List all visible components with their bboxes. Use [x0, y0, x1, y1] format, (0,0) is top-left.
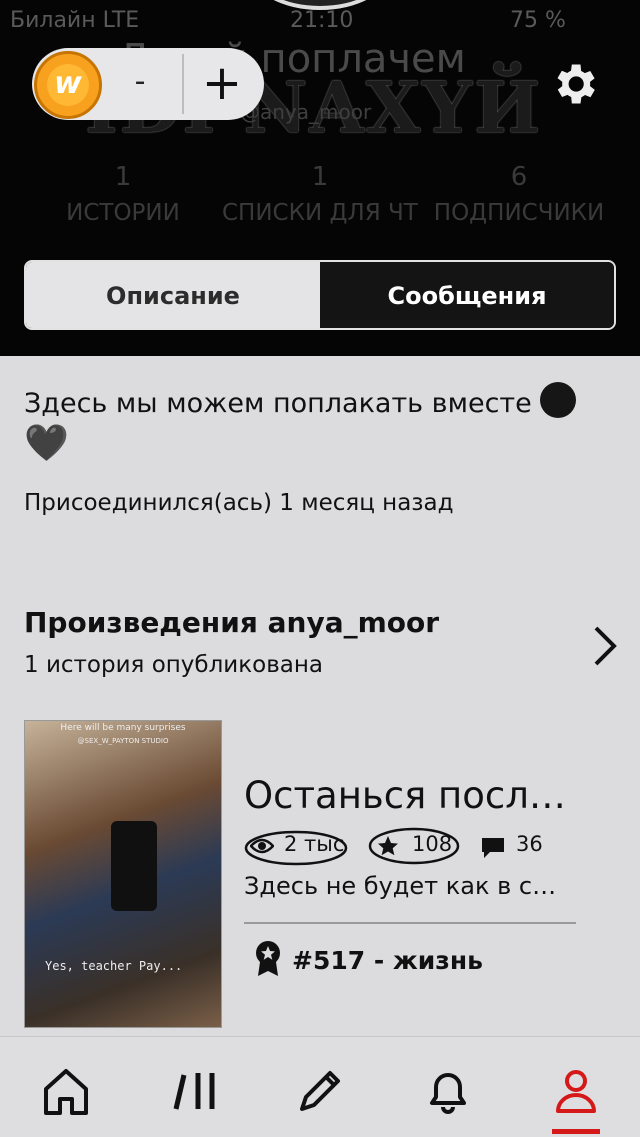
divider	[182, 54, 184, 114]
home-icon[interactable]	[36, 1061, 96, 1121]
cover-caption: Yes, teacher Pay...	[45, 959, 183, 973]
bio-text: Здесь мы можем поплакать вместе	[24, 388, 532, 419]
status-bar: Билайн LTE 21:10 75 %	[0, 2, 640, 36]
add-coins-button[interactable]: +	[192, 52, 252, 114]
joined-date: Присоединился(ась) 1 месяц назад	[24, 490, 454, 516]
stat-reading-lists[interactable]: 1 СПИСКИ ДЛЯ ЧТЕНИЯ	[222, 162, 418, 226]
stat-value: 1	[114, 162, 132, 192]
star-icon	[378, 836, 398, 856]
works-title: Произведения	[24, 606, 258, 639]
library-icon[interactable]	[166, 1061, 226, 1121]
cover-text: Here will be many surprises	[60, 723, 186, 733]
coin-widget: w - +	[32, 48, 264, 120]
comment-icon	[482, 838, 504, 858]
profile-header: Билайн LTE 21:10 75 % Давай поплачем IDI…	[0, 0, 640, 356]
clock: 21:10	[290, 8, 354, 33]
coin-balance: -	[134, 64, 146, 99]
votes-count: 108	[412, 832, 453, 856]
gear-icon[interactable]	[548, 58, 600, 110]
stat-value: 6	[510, 162, 528, 192]
profile-tabs: Описание Сообщения	[24, 260, 616, 330]
phone-image	[111, 821, 157, 911]
bell-icon[interactable]	[418, 1061, 478, 1121]
black-heart-icon: 🖤	[24, 423, 69, 464]
username: @anya_moor	[240, 100, 372, 124]
reads-count: 2 тыс	[284, 832, 345, 856]
bio: Здесь мы можем поплакать вместе 🖤	[24, 382, 614, 467]
stat-label: ПОДПИСЧИКИ	[433, 200, 605, 226]
tab-description[interactable]: Описание	[26, 262, 320, 328]
carrier: Билайн LTE	[10, 8, 140, 33]
tab-messages[interactable]: Сообщения	[320, 262, 614, 328]
works-count: 1 история опубликована	[24, 652, 323, 678]
chevron-right-icon[interactable]	[590, 624, 620, 668]
stat-label: ИСТОРИИ	[66, 200, 180, 226]
divider	[244, 922, 576, 924]
battery: 75 %	[510, 8, 566, 33]
profile-icon[interactable]	[546, 1061, 606, 1121]
wattpad-coin-icon[interactable]: w	[34, 51, 102, 119]
pencil-icon[interactable]	[290, 1061, 350, 1121]
story-description: Здесь не будет как в с…	[244, 872, 557, 900]
active-tab-indicator	[552, 1129, 600, 1134]
stat-followers[interactable]: 6 ПОДПИСЧИКИ	[428, 162, 610, 226]
story-cover[interactable]: Here will be many surprises @SEX_W_PAYTO…	[24, 720, 222, 1028]
comments-count: 36	[516, 832, 543, 856]
story-title[interactable]: Останься посл…	[244, 774, 566, 817]
story-rank[interactable]: #517 - жизнь	[292, 946, 483, 975]
bottom-nav	[0, 1036, 640, 1137]
eye-icon	[250, 838, 274, 854]
stat-label: СПИСКИ ДЛЯ ЧТЕНИЯ	[222, 200, 418, 226]
works-username: anya_moor	[267, 606, 440, 639]
stat-value: 1	[311, 162, 329, 192]
crying-emoji-icon	[540, 382, 577, 418]
stat-stories[interactable]: 1 ИСТОРИИ	[48, 162, 198, 226]
works-heading[interactable]: Произведения anya_moor	[24, 606, 439, 639]
cover-studio: @SEX_W_PAYTON STUDIO	[77, 737, 169, 745]
ranking-badge-icon	[256, 941, 280, 976]
